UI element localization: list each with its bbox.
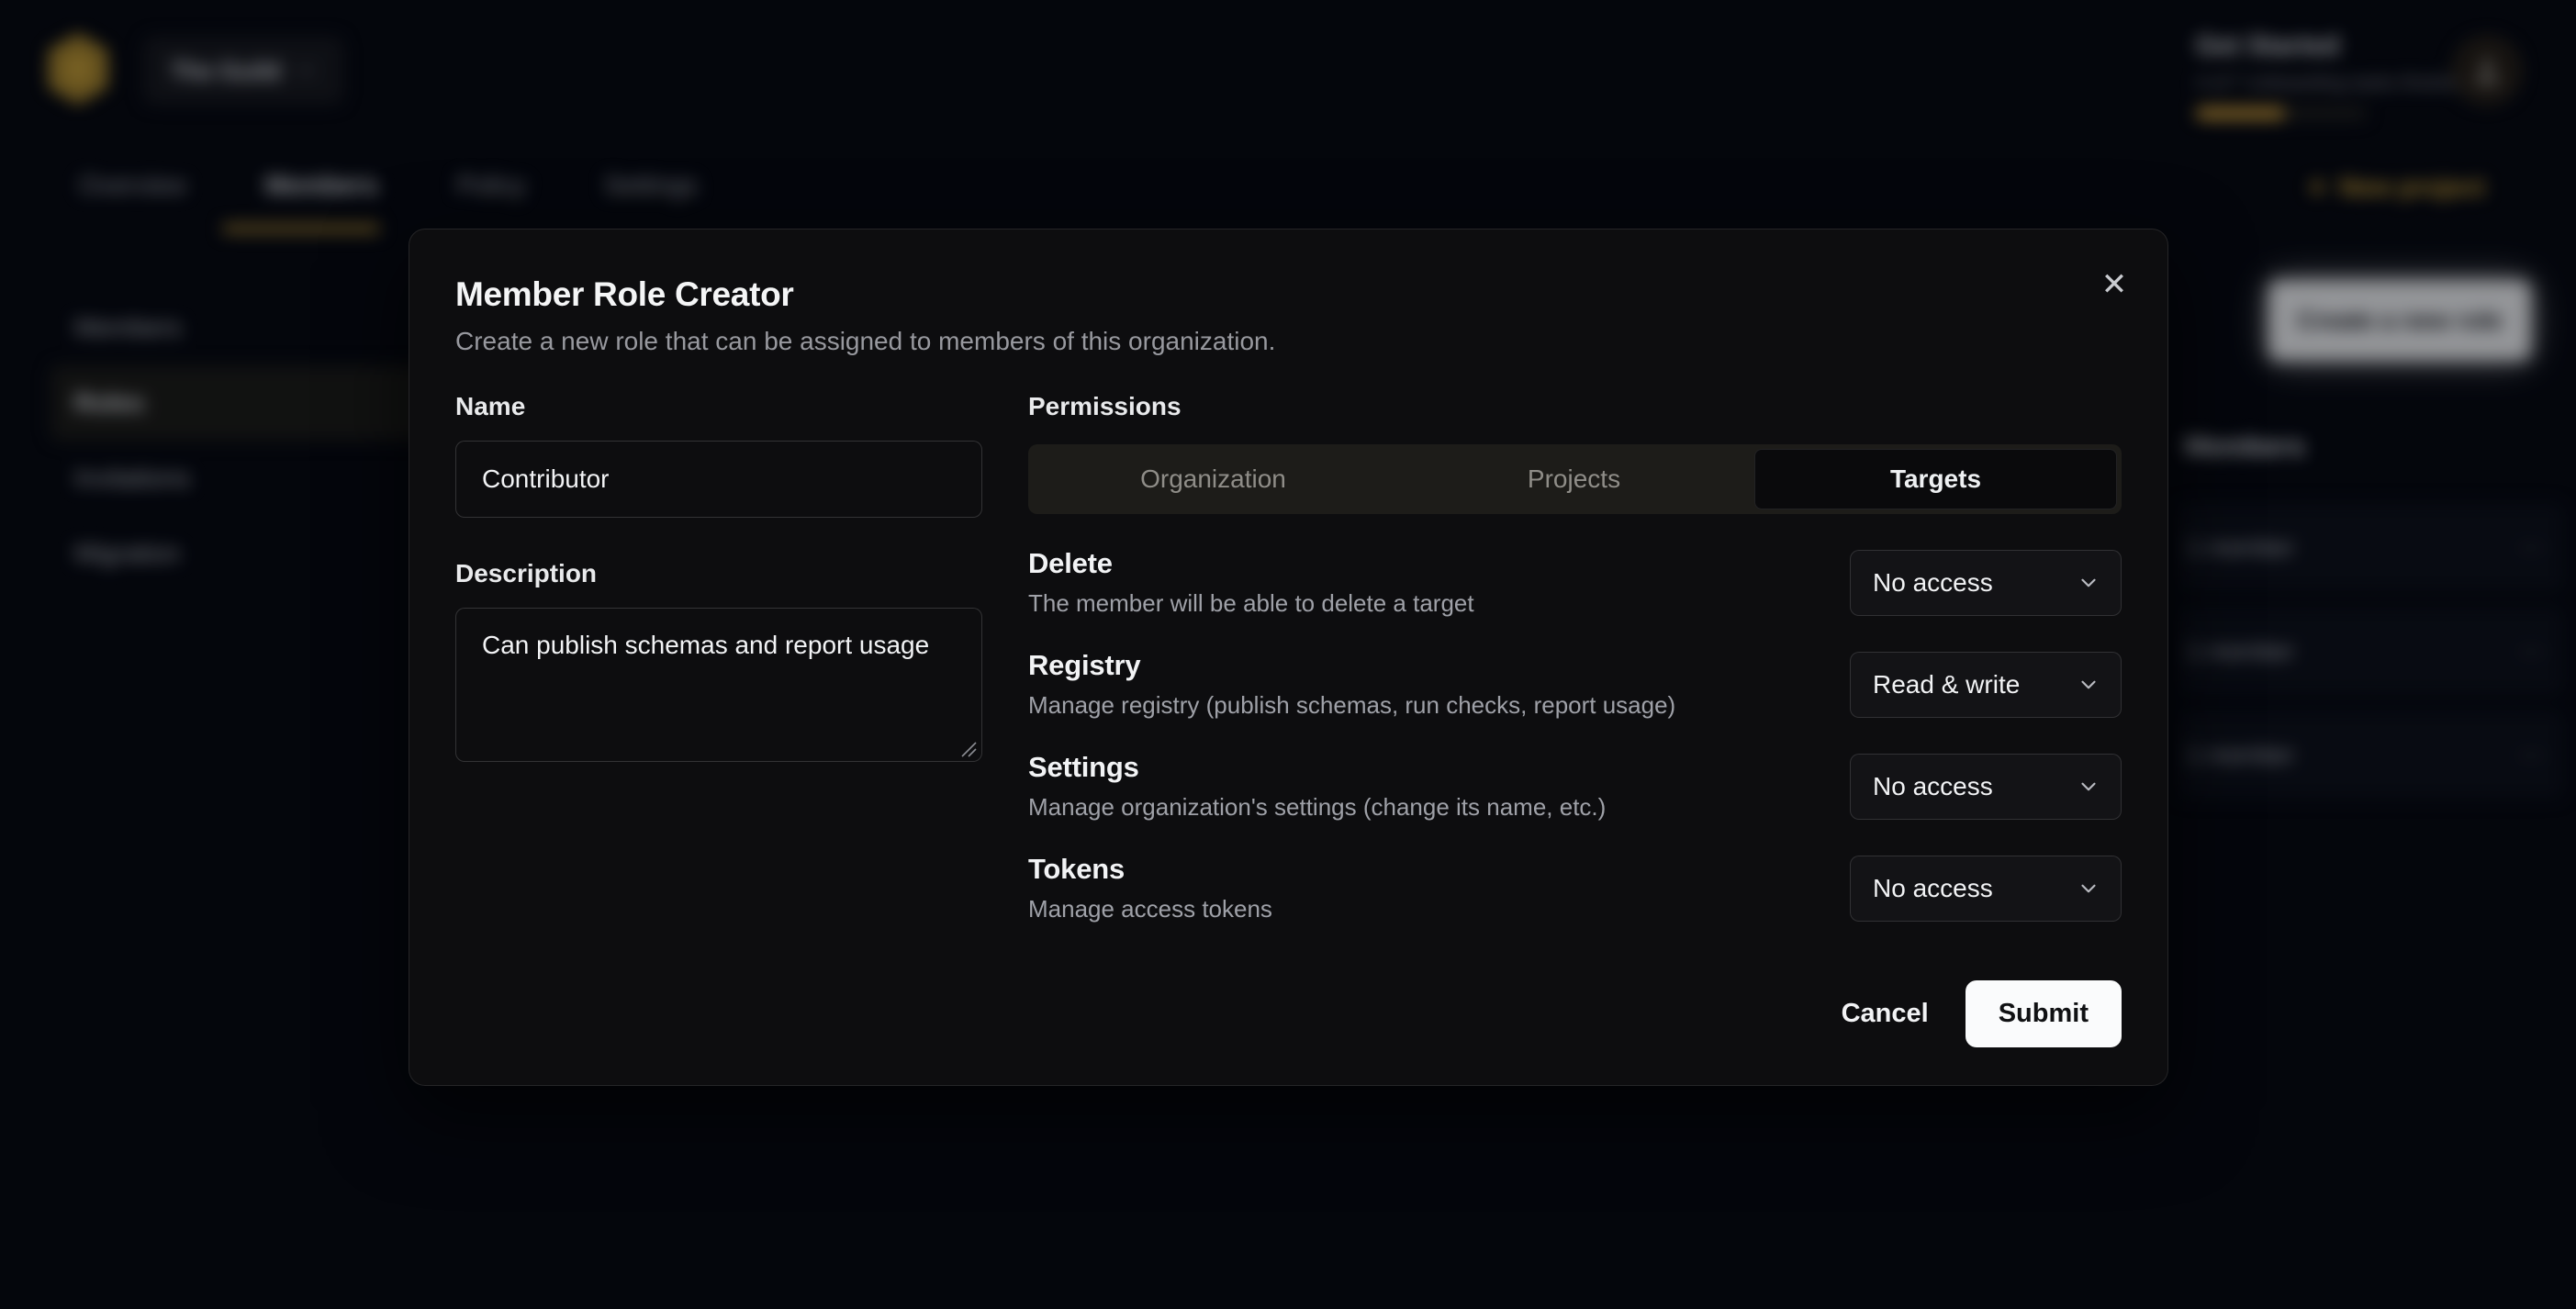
- tab-projects[interactable]: Projects: [1394, 449, 1754, 509]
- permission-title: Registry: [1028, 649, 1675, 682]
- close-icon[interactable]: ✕: [2092, 263, 2136, 307]
- role-name-input[interactable]: [455, 441, 982, 518]
- chevron-down-icon: [2077, 673, 2100, 697]
- permission-row-delete: Delete The member will be able to delete…: [1028, 547, 2122, 618]
- app-root: The Guild Get Started 4 of 7 onboarding …: [0, 0, 2576, 1309]
- role-form-right-column: Permissions Organization Projects Target…: [1028, 391, 2122, 955]
- permission-title: Tokens: [1028, 853, 1272, 886]
- member-role-creator-modal: ✕ Member Role Creator Create a new role …: [409, 229, 2168, 1086]
- registry-permission-select[interactable]: Read & write: [1850, 652, 2122, 718]
- role-form: Name Description Can publish schemas and…: [455, 391, 2122, 955]
- tab-targets[interactable]: Targets: [1754, 449, 2117, 509]
- settings-permission-select[interactable]: No access: [1850, 754, 2122, 820]
- permission-row-text: Settings Manage organization's settings …: [1028, 751, 1606, 822]
- select-value: Read & write: [1873, 670, 2020, 699]
- name-label: Name: [455, 391, 982, 422]
- select-value: No access: [1873, 772, 1993, 801]
- tab-organization[interactable]: Organization: [1033, 449, 1394, 509]
- permission-description: Manage access tokens: [1028, 895, 1272, 923]
- permissions-scope-tabs: Organization Projects Targets: [1028, 444, 2122, 514]
- permissions-rows: Delete The member will be able to delete…: [1028, 547, 2122, 923]
- permission-row-tokens: Tokens Manage access tokens No access: [1028, 853, 2122, 923]
- description-label: Description: [455, 558, 982, 589]
- permission-row-settings: Settings Manage organization's settings …: [1028, 751, 2122, 822]
- permission-title: Delete: [1028, 547, 1474, 580]
- role-form-left-column: Name Description Can publish schemas and…: [455, 391, 982, 955]
- permission-description: The member will be able to delete a targ…: [1028, 589, 1474, 618]
- modal-footer: Cancel Submit: [455, 980, 2122, 1047]
- permission-row-text: Tokens Manage access tokens: [1028, 853, 1272, 923]
- chevron-down-icon: [2077, 877, 2100, 901]
- modal-subtitle: Create a new role that can be assigned t…: [455, 327, 2122, 356]
- delete-permission-select[interactable]: No access: [1850, 550, 2122, 616]
- role-description-textarea[interactable]: Can publish schemas and report usage: [455, 608, 982, 762]
- description-field-wrap: Can publish schemas and report usage: [455, 608, 982, 766]
- permission-description: Manage organization's settings (change i…: [1028, 793, 1606, 822]
- permissions-label: Permissions: [1028, 391, 2122, 422]
- modal-title: Member Role Creator: [455, 275, 2122, 314]
- permission-title: Settings: [1028, 751, 1606, 784]
- permission-row-text: Registry Manage registry (publish schema…: [1028, 649, 1675, 720]
- chevron-down-icon: [2077, 571, 2100, 595]
- chevron-down-icon: [2077, 775, 2100, 799]
- permission-row-registry: Registry Manage registry (publish schema…: [1028, 649, 2122, 720]
- tokens-permission-select[interactable]: No access: [1850, 856, 2122, 922]
- submit-button[interactable]: Submit: [1966, 980, 2122, 1047]
- resize-handle-icon[interactable]: [958, 739, 977, 757]
- cancel-button[interactable]: Cancel: [1814, 980, 1956, 1047]
- select-value: No access: [1873, 568, 1993, 598]
- select-value: No access: [1873, 874, 1993, 903]
- permission-row-text: Delete The member will be able to delete…: [1028, 547, 1474, 618]
- permission-description: Manage registry (publish schemas, run ch…: [1028, 691, 1675, 720]
